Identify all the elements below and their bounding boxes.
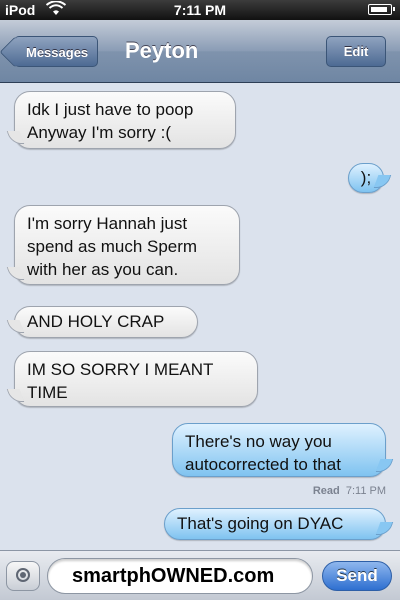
back-button[interactable]: Messages <box>14 36 99 67</box>
read-time: 7:11 PM <box>345 485 386 497</box>
message-bubble-outgoing[interactable]: That's going on DYAC <box>164 508 386 540</box>
back-button-label: Messages <box>26 45 89 60</box>
battery-icon <box>368 4 395 15</box>
status-time: 7:11 PM <box>173 2 227 18</box>
send-button[interactable]: Send <box>322 561 392 591</box>
conversation-title: Peyton <box>125 38 199 63</box>
message-bubble-incoming[interactable]: I'm sorry Hannah just spend as much Sper… <box>14 205 240 285</box>
message-input-bar: smartphOWNED.com Send <box>0 550 400 600</box>
camera-button[interactable] <box>6 561 40 591</box>
navigation-bar: Messages Peyton Edit <box>0 20 400 83</box>
message-bubble-outgoing[interactable]: ); <box>348 163 384 193</box>
message-thread[interactable]: Idk I just have to poop Anyway I'm sorry… <box>0 83 400 550</box>
status-bar: iPod 7:11 PM <box>0 0 400 20</box>
message-input[interactable]: smartphOWNED.com <box>47 558 313 594</box>
message-bubble-incoming[interactable]: AND HOLY CRAP <box>14 306 198 338</box>
read-receipt: Read 7:11 PM <box>313 485 386 497</box>
edit-button[interactable]: Edit <box>326 36 386 67</box>
message-bubble-outgoing[interactable]: There's no way you autocorrected to that <box>172 423 386 477</box>
read-label: Read <box>312 485 340 497</box>
camera-icon <box>16 568 30 582</box>
message-bubble-incoming[interactable]: Idk I just have to poop Anyway I'm sorry… <box>14 91 236 149</box>
message-bubble-incoming[interactable]: IM SO SORRY I MEANT TIME <box>14 351 258 407</box>
